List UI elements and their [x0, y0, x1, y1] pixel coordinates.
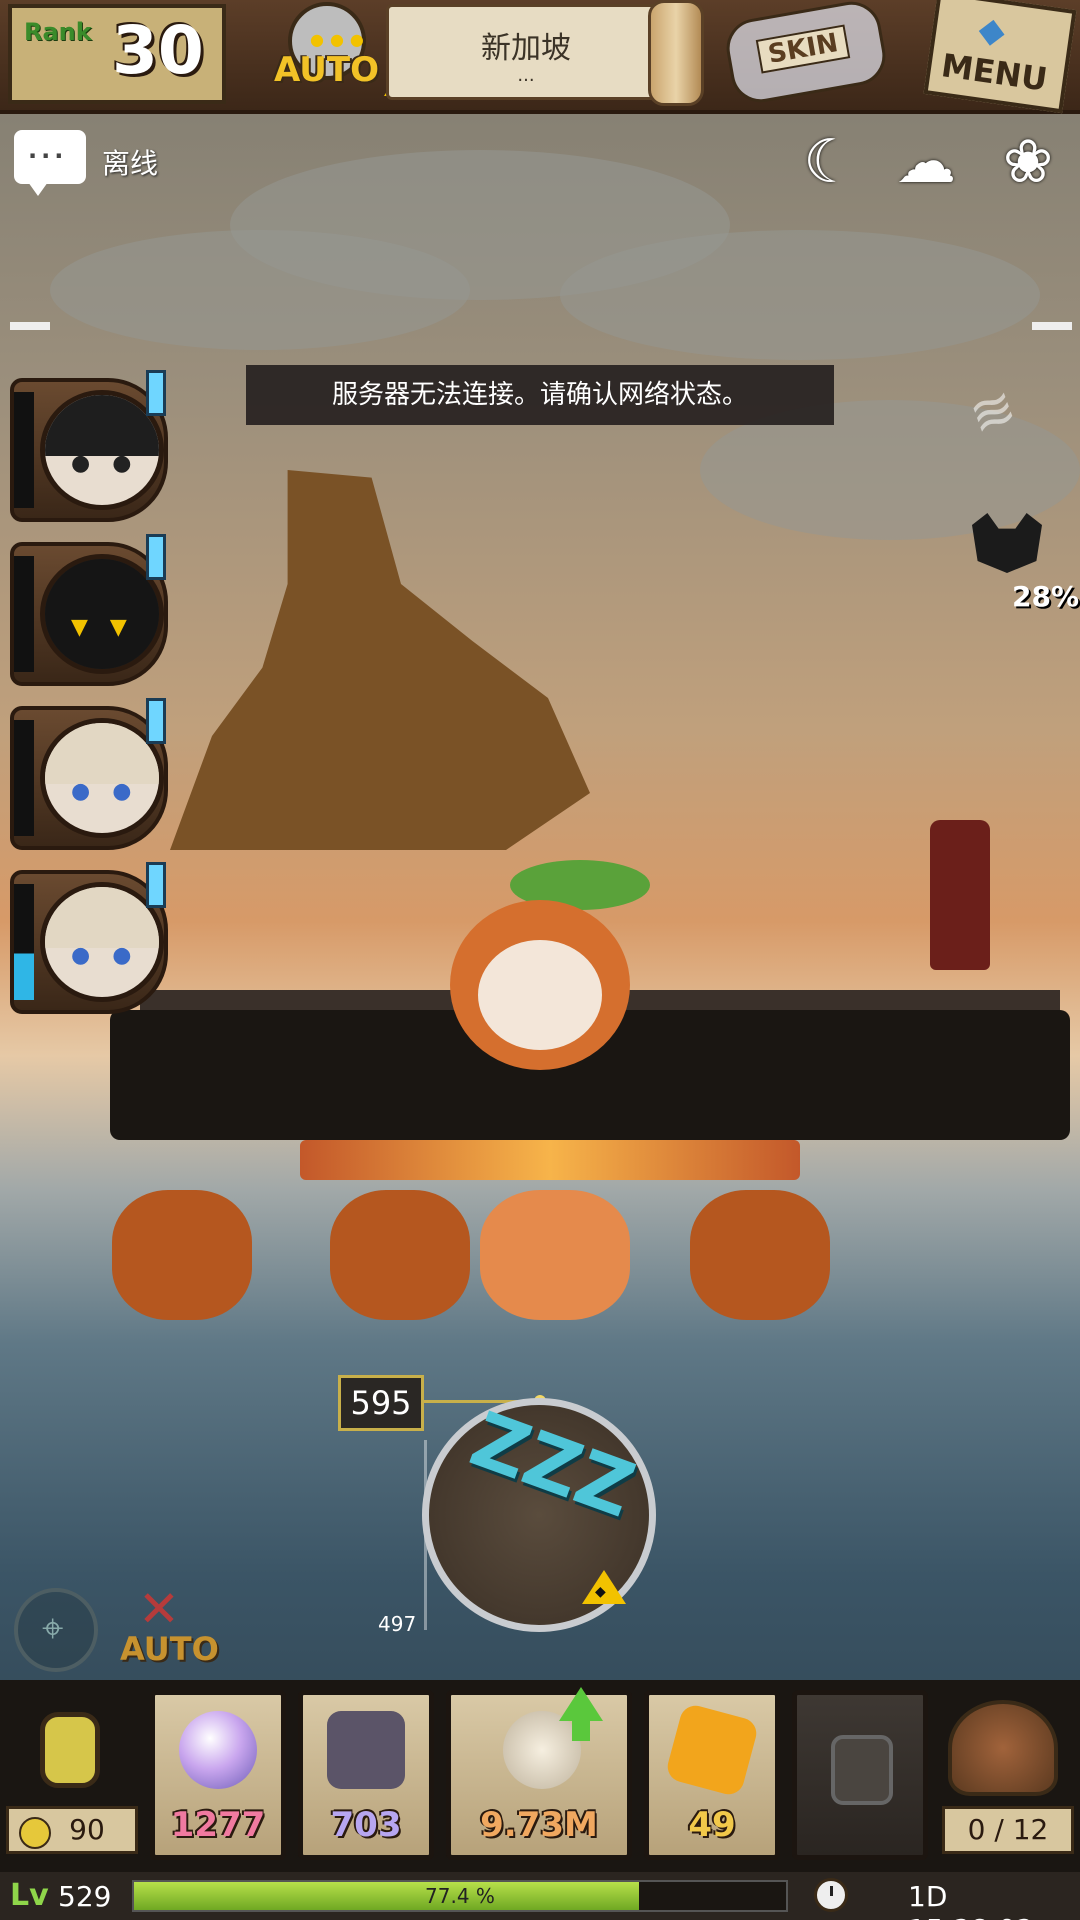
- bubbles-icon[interactable]: ❀: [990, 124, 1066, 200]
- game-scene: Rank 30 ●●● AUTO ◆ 新加坡 ... SKIN ◆ MENU ·…: [0, 0, 1080, 1920]
- orb-value: 1277: [170, 1805, 266, 1845]
- meat-food: [330, 1190, 470, 1320]
- inventory-counter: 0 / 12: [942, 1806, 1074, 1854]
- crew-portrait-3[interactable]: ●●: [10, 698, 168, 854]
- menu-button[interactable]: ◆ MENU: [923, 0, 1077, 114]
- coin-counter: 90: [6, 1806, 138, 1854]
- fish-icon: ◆: [976, 9, 1008, 53]
- alert-icon: [146, 698, 166, 744]
- cat-percent: 28%: [1012, 580, 1080, 613]
- upgrade-arrow-stem: [572, 1719, 590, 1741]
- location-scroll[interactable]: 新加坡 ...: [386, 4, 666, 100]
- clock-icon: [814, 1878, 848, 1912]
- alert-icon: [146, 862, 166, 908]
- compass-icon[interactable]: ⌖: [14, 1588, 98, 1672]
- shrimp-food: [480, 1190, 630, 1320]
- robot-eyes: ●●●: [310, 30, 370, 49]
- skin-button[interactable]: SKIN: [718, 0, 908, 107]
- left-edge-marker: [10, 322, 50, 330]
- coin-icon: [19, 1817, 51, 1849]
- rank-label: Rank: [24, 18, 92, 46]
- crew-energy-bar: [14, 392, 34, 508]
- location-sub: ...: [517, 65, 535, 86]
- level-bar: Lv 529 77.4 % 1D 15:28:02: [0, 1872, 1080, 1920]
- fish-warning-icon: ◆: [582, 1570, 626, 1604]
- auto-battle-label: AUTO: [120, 1630, 219, 1668]
- location-name: 新加坡: [481, 31, 571, 66]
- island-rock: [170, 470, 590, 850]
- cloud: [50, 230, 470, 350]
- xp-percent: 77.4 %: [425, 1884, 495, 1908]
- gauge-bottom-value: 497: [378, 1612, 417, 1636]
- cloud: [560, 230, 1040, 360]
- right-edge-marker: [1032, 322, 1072, 330]
- auto-label: AUTO: [274, 50, 379, 90]
- level-icon: Lv: [10, 1878, 49, 1913]
- alert-icon: [146, 370, 166, 416]
- connection-status: 离线: [102, 147, 159, 180]
- scroll-roll-icon: [648, 0, 704, 106]
- shell-icon: [503, 1711, 581, 1789]
- orb-icon: [179, 1711, 257, 1789]
- auto-battle-button[interactable]: ✕ AUTO: [120, 1580, 220, 1680]
- resource-orb[interactable]: 1277: [150, 1690, 286, 1860]
- alert-icon: [146, 534, 166, 580]
- ship-grill-glow: [300, 1140, 800, 1180]
- meat-food: [690, 1190, 830, 1320]
- resource-shell[interactable]: 9.73M: [446, 1687, 632, 1860]
- shell-value: 9.73M: [480, 1805, 598, 1845]
- chest-icon[interactable]: [948, 1700, 1058, 1796]
- crew-portrait-2[interactable]: ▼▼: [10, 534, 168, 690]
- menu-label: MENU: [938, 46, 1050, 99]
- crew-energy-bar: [14, 884, 34, 1000]
- resource-shield[interactable]: 703: [298, 1690, 434, 1860]
- crew-energy-bar: [14, 556, 34, 672]
- level-value: 529: [58, 1880, 112, 1913]
- lock-icon: [831, 1735, 893, 1805]
- chat-icon[interactable]: ···: [14, 130, 86, 196]
- gauge-top-value: 595: [338, 1375, 424, 1431]
- rank-value: 30: [112, 12, 204, 89]
- cloud-upload-icon[interactable]: ☁: [888, 124, 964, 200]
- top-bar: Rank 30 ●●● AUTO ◆ 新加坡 ... SKIN ◆ MENU: [0, 0, 1080, 114]
- moon-icon[interactable]: ☾: [792, 124, 868, 200]
- wine-bottle: [930, 820, 990, 970]
- shield-icon: [327, 1711, 405, 1789]
- crew-portrait-4[interactable]: ●●: [10, 862, 168, 1018]
- crew-portrait-1[interactable]: ●●: [10, 370, 168, 526]
- lantern-button[interactable]: [14, 1700, 114, 1800]
- rank-panel[interactable]: Rank 30: [8, 4, 226, 104]
- character-face: [478, 940, 602, 1050]
- meat-food: [112, 1190, 252, 1320]
- lantern-icon: [40, 1712, 100, 1788]
- xp-bar: 77.4 %: [132, 1880, 788, 1912]
- server-toast: 服务器无法连接。请确认网络状态。: [246, 365, 834, 425]
- crew-energy-bar: [14, 720, 34, 836]
- upgrade-arrow-icon: [559, 1687, 603, 1721]
- resource-gold[interactable]: 49: [644, 1690, 780, 1860]
- gold-value: 49: [688, 1805, 736, 1845]
- timer-value: 1D 15:28:02: [908, 1880, 1034, 1920]
- shield-value: 703: [330, 1805, 402, 1845]
- gold-icon: [664, 1702, 760, 1798]
- resource-locked[interactable]: [792, 1690, 928, 1860]
